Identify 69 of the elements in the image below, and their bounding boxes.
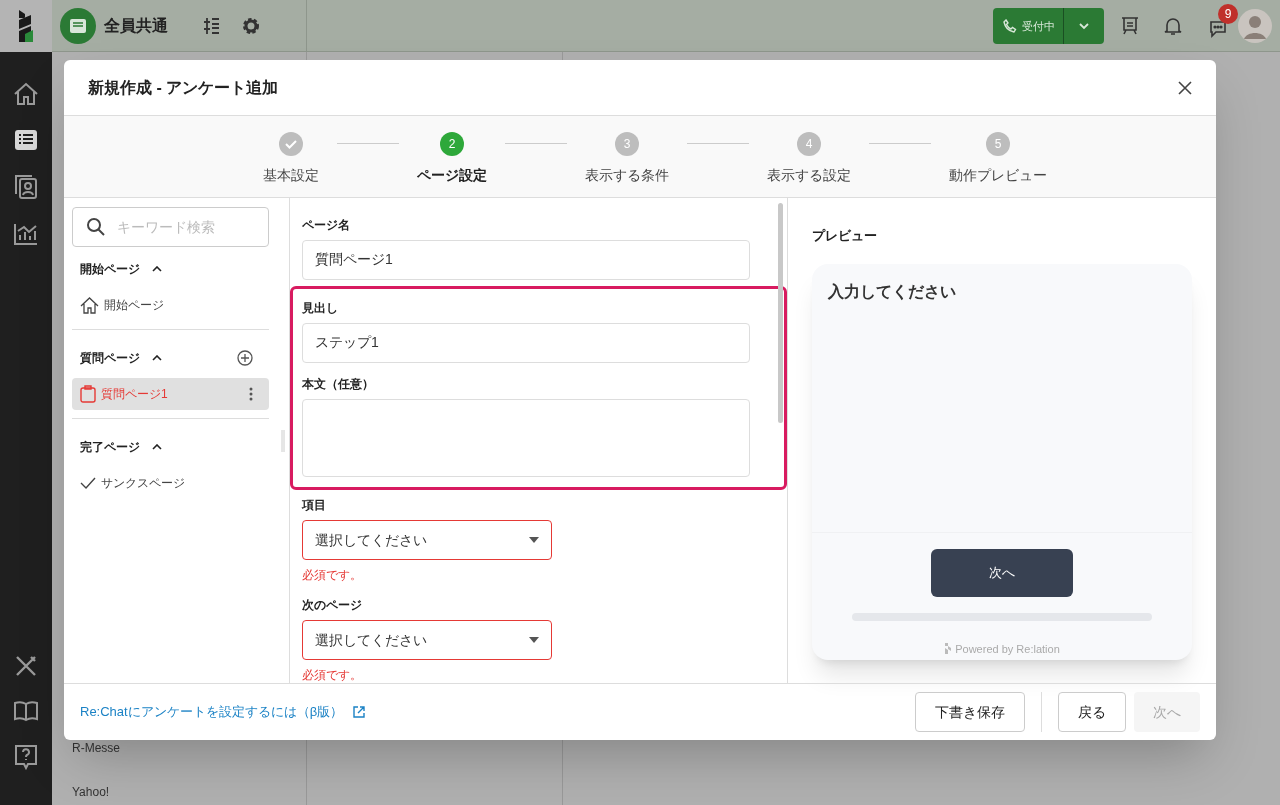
close-icon[interactable] — [1178, 80, 1192, 95]
workspace-name: 全員共通 — [104, 15, 168, 36]
nav-item[interactable]: 開始ページ — [72, 289, 269, 321]
more-icon[interactable] — [249, 387, 253, 401]
list-icon[interactable] — [14, 128, 38, 152]
help-link[interactable]: Re:Chatにアンケートを設定するには（β版） — [80, 702, 366, 722]
field-label: 本文（任意） — [302, 376, 375, 393]
dropdown-arrow-icon — [529, 637, 539, 643]
list-item-text: Yahoo! — [72, 784, 111, 801]
external-link-icon — [353, 706, 366, 718]
step-number: 2 — [440, 132, 464, 156]
scrollbar-thumb[interactable] — [778, 203, 783, 423]
search-field[interactable]: キーワード検索 — [72, 207, 269, 247]
logo-icon — [944, 643, 953, 655]
error-message: 必須です。 — [302, 567, 363, 584]
text-field[interactable]: ステップ1 — [302, 323, 750, 363]
dialog-title: 新規作成 - アンケート追加 — [88, 77, 279, 98]
book-icon[interactable] — [13, 700, 39, 722]
step-label: 表示する条件 — [585, 166, 669, 185]
help-icon[interactable] — [14, 744, 38, 770]
error-message: 必須です。 — [302, 667, 363, 684]
search-icon — [86, 217, 106, 237]
footer-button[interactable]: 下書き保存 — [915, 692, 1025, 732]
section-title: 質問ページ — [80, 350, 140, 367]
settings-icon[interactable] — [241, 15, 261, 36]
step-number: 3 — [615, 132, 639, 156]
powered-by-text: Powered by Re:lation — [955, 641, 1060, 657]
chevron-up-icon[interactable] — [152, 444, 162, 450]
field-label: 見出し — [302, 300, 339, 317]
list-item-text: R-Messe — [72, 740, 121, 757]
list-settings-icon[interactable] — [203, 15, 221, 36]
preview-title: プレビュー — [812, 227, 878, 245]
phone-icon — [1003, 18, 1017, 33]
whiteboard-icon[interactable] — [1120, 15, 1140, 36]
chart-icon[interactable] — [13, 222, 39, 246]
bell-icon[interactable] — [1164, 15, 1182, 36]
dropdown[interactable]: 選択してください — [302, 520, 552, 560]
step-label: ページ設定 — [417, 166, 487, 185]
contact-card-icon[interactable] — [14, 174, 38, 200]
home-icon — [80, 296, 99, 314]
preview-heading: 入力してください — [828, 282, 956, 300]
chat-icon[interactable] — [1208, 19, 1228, 38]
footer-button: 次へ — [1134, 692, 1200, 732]
step-label: 基本設定 — [263, 166, 319, 185]
workspace-icon — [60, 7, 96, 44]
chevron-up-icon[interactable] — [152, 355, 162, 361]
notification-badge: 9 — [1218, 3, 1238, 24]
step-number: 4 — [797, 132, 821, 156]
nav-item[interactable]: サンクスページ — [72, 467, 269, 499]
clipboard-icon — [80, 385, 96, 403]
field-label: 項目 — [302, 497, 327, 514]
field-label: 次のページ — [302, 597, 363, 614]
section-title: 完了ページ — [80, 439, 140, 456]
dropdown-arrow-icon — [529, 537, 539, 543]
text-field[interactable]: 質問ページ1 — [302, 240, 750, 280]
field-label: ページ名 — [302, 217, 351, 234]
status-button[interactable]: 受付中 — [993, 7, 1104, 44]
next-button[interactable]: 次へ — [931, 548, 1073, 597]
add-icon[interactable] — [237, 350, 253, 366]
check-icon — [80, 477, 96, 489]
home-icon[interactable] — [13, 82, 39, 106]
chevron-down-icon[interactable] — [1078, 21, 1090, 30]
step-number: 5 — [986, 132, 1010, 156]
section-title: 開始ページ — [80, 261, 140, 278]
dropdown[interactable]: 選択してください — [302, 620, 552, 660]
chevron-up-icon[interactable] — [152, 266, 162, 272]
step-label: 動作プレビュー — [949, 166, 1047, 185]
footer-button[interactable]: 戻る — [1058, 692, 1126, 732]
step-label: 表示する設定 — [767, 166, 851, 185]
